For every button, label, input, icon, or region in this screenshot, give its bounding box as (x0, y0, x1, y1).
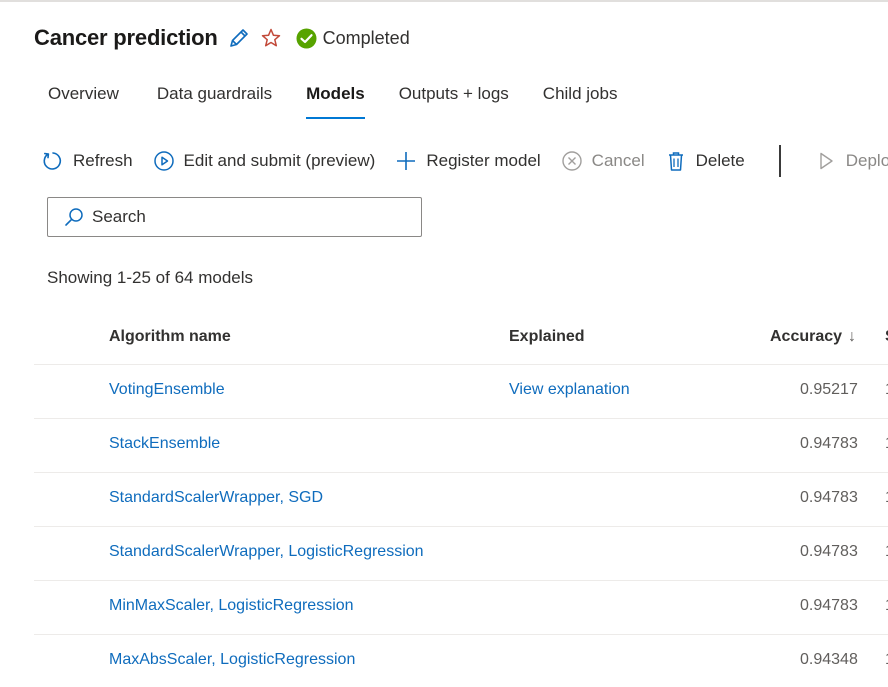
table-row[interactable]: StandardScalerWrapper, SGD 0.94783 1 (34, 473, 888, 527)
tab-data-guardrails[interactable]: Data guardrails (143, 79, 286, 119)
accuracy-value: 0.95217 (800, 381, 858, 398)
table-header: Algorithm name Explained Accuracy↓ S (34, 311, 888, 365)
accuracy-value: 0.94783 (800, 597, 858, 614)
register-model-button[interactable]: Register model (395, 150, 541, 172)
cancel-circle-icon (561, 150, 583, 172)
plus-icon (395, 150, 417, 172)
algorithm-link[interactable]: MinMaxScaler, LogisticRegression (109, 597, 354, 615)
delete-label: Delete (695, 151, 745, 170)
accuracy-value: 0.94783 (800, 435, 858, 452)
toolbar-divider (778, 145, 781, 177)
accuracy-header-label: Accuracy (770, 328, 843, 345)
column-header-accuracy[interactable]: Accuracy ↓ (770, 328, 856, 346)
cancel-label: Cancel (591, 151, 645, 170)
edit-and-submit-label: Edit and submit (preview) (183, 151, 376, 170)
edit-pencil-icon[interactable] (228, 27, 250, 49)
tab-models[interactable]: Models (292, 79, 379, 119)
edit-and-submit-button[interactable]: Edit and submit (preview) (153, 150, 376, 172)
deploy-button[interactable]: Deplo (815, 150, 888, 172)
search-icon (64, 207, 84, 227)
tab-child-jobs[interactable]: Child jobs (529, 79, 632, 119)
refresh-label: Refresh (73, 151, 133, 170)
tab-bar: Overview Data guardrails Models Outputs … (34, 79, 631, 123)
delete-button[interactable]: Delete (665, 150, 745, 172)
algorithm-link[interactable]: StandardScalerWrapper, LogisticRegressio… (109, 543, 424, 561)
refresh-button[interactable]: Refresh (42, 150, 133, 172)
tab-overview[interactable]: Overview (34, 79, 133, 119)
favorite-star-icon[interactable] (260, 27, 282, 49)
accuracy-value: 0.94348 (800, 651, 858, 668)
algorithm-link[interactable]: VotingEnsemble (109, 381, 225, 399)
table-row[interactable]: StandardScalerWrapper, LogisticRegressio… (34, 527, 888, 581)
table-row[interactable]: MinMaxScaler, LogisticRegression 0.94783… (34, 581, 888, 635)
table-row[interactable]: MaxAbsScaler, LogisticRegression 0.94348… (34, 635, 888, 687)
accuracy-value: 0.94783 (800, 543, 858, 560)
page-header: Cancer prediction Completed (34, 23, 410, 53)
tab-outputs-logs[interactable]: Outputs + logs (385, 79, 523, 119)
results-count: Showing 1-25 of 64 models (47, 268, 254, 287)
check-circle-icon (296, 28, 317, 49)
page: Cancer prediction Completed Overview Dat… (0, 0, 888, 687)
sort-descending-icon: ↓ (848, 328, 857, 345)
refresh-icon (42, 150, 64, 172)
models-table: Algorithm name Explained Accuracy↓ S Vot… (34, 311, 888, 687)
table-row[interactable]: VotingEnsemble View explanation 0.95217 … (34, 365, 888, 419)
command-bar: Refresh Edit and submit (preview) Regist… (42, 143, 888, 179)
table-row[interactable]: StackEnsemble 0.94783 1 (34, 419, 888, 473)
column-header-algorithm-name[interactable]: Algorithm name (109, 328, 231, 346)
deploy-label: Deplo (845, 151, 888, 170)
view-explanation-link[interactable]: View explanation (509, 381, 630, 399)
search-box[interactable] (47, 197, 422, 237)
register-model-label: Register model (426, 151, 541, 170)
algorithm-link[interactable]: StackEnsemble (109, 435, 220, 453)
status-text: Completed (322, 27, 410, 48)
cancel-button[interactable]: Cancel (561, 150, 645, 172)
play-icon (815, 150, 837, 172)
top-border (0, 1, 888, 2)
algorithm-link[interactable]: StandardScalerWrapper, SGD (109, 489, 323, 507)
page-title: Cancer prediction (34, 25, 218, 50)
column-header-explained[interactable]: Explained (509, 328, 585, 346)
algorithm-link[interactable]: MaxAbsScaler, LogisticRegression (109, 651, 355, 669)
trash-icon (665, 150, 687, 172)
accuracy-value: 0.94783 (800, 489, 858, 506)
status-badge: Completed (296, 28, 410, 49)
play-circle-icon (153, 150, 175, 172)
search-input[interactable] (92, 207, 392, 227)
